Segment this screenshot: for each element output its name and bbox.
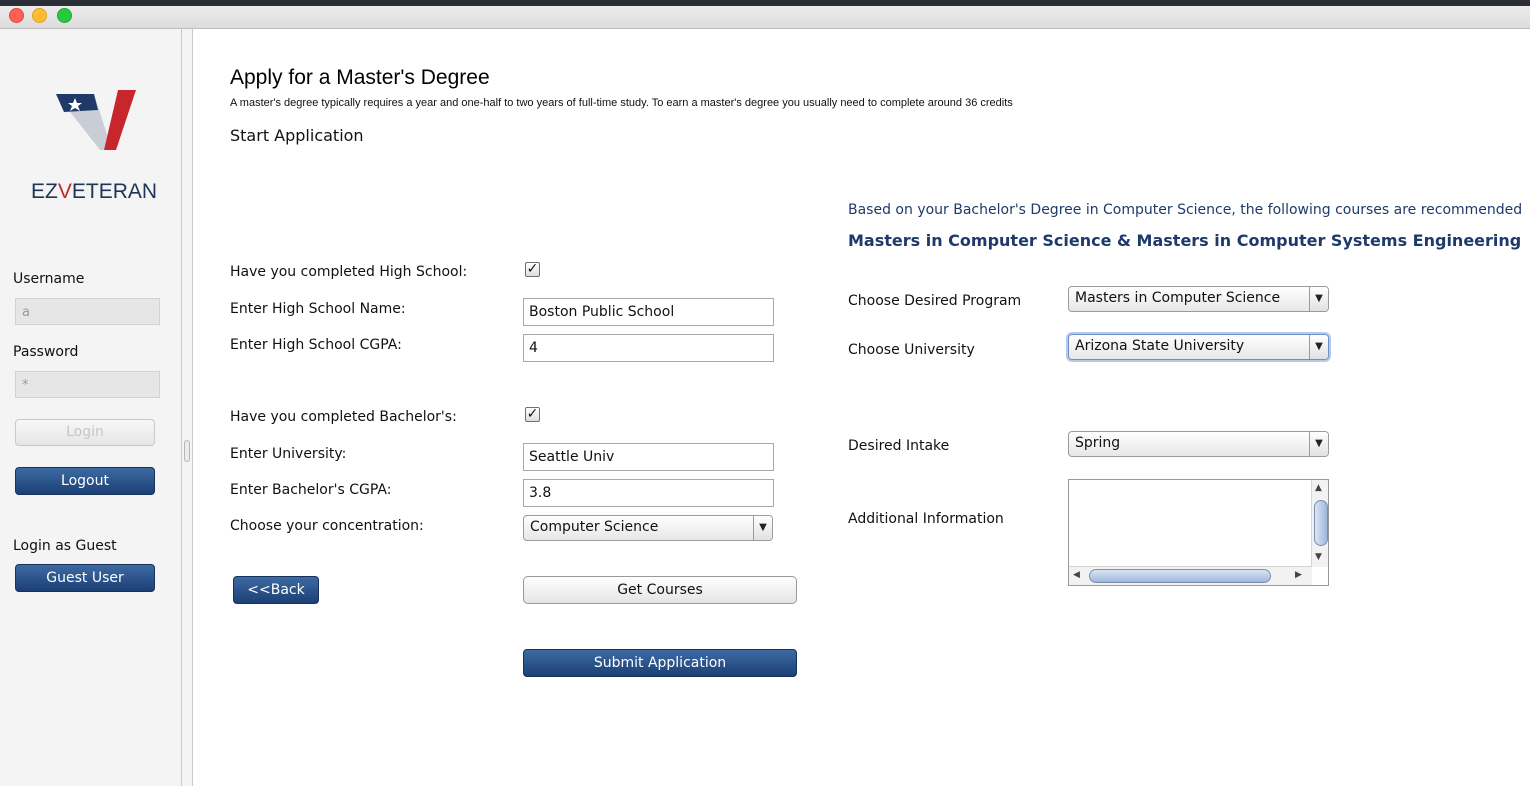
section-title: Start Application — [230, 126, 364, 145]
high-school-completed-checkbox[interactable]: ✓ — [525, 262, 540, 277]
brand-right: ETERAN — [71, 180, 158, 203]
scroll-up-arrow-icon[interactable]: ▲ — [1315, 483, 1322, 493]
concentration-label: Choose your concentration: — [230, 518, 424, 534]
desired-program-select[interactable]: Masters in Computer Science ▼ — [1068, 286, 1329, 312]
chevron-down-icon[interactable]: ▼ — [1309, 287, 1328, 311]
chevron-down-icon[interactable]: ▼ — [1309, 335, 1328, 359]
scroll-right-arrow-icon[interactable]: ▶ — [1295, 570, 1302, 580]
high-school-name-field[interactable]: Boston Public School — [523, 298, 774, 326]
concentration-value: Computer Science — [530, 519, 659, 535]
horizontal-scrollbar[interactable]: ◀ ▶ — [1069, 566, 1312, 585]
vertical-scroll-thumb[interactable] — [1314, 500, 1328, 546]
guest-login-heading: Login as Guest — [13, 538, 117, 554]
university-field[interactable]: Seattle Univ — [523, 443, 774, 471]
high-school-name-label: Enter High School Name: — [230, 301, 406, 317]
brand-name: EZVETERAN — [31, 180, 171, 204]
ezveteran-logo-icon — [56, 90, 136, 150]
logout-button[interactable]: Logout — [15, 467, 155, 495]
scrollbar-corner — [1312, 567, 1328, 585]
desired-intake-value: Spring — [1075, 435, 1121, 451]
splitter-grip-icon[interactable] — [184, 440, 190, 462]
scroll-left-arrow-icon[interactable]: ◀ — [1073, 570, 1080, 580]
zoom-window-button[interactable] — [57, 8, 72, 23]
desired-program-label: Choose Desired Program — [848, 293, 1022, 309]
scroll-down-arrow-icon[interactable]: ▼ — [1315, 552, 1322, 562]
split-pane-divider[interactable] — [181, 29, 193, 786]
university-select[interactable]: Arizona State University ▼ — [1068, 334, 1329, 360]
close-window-button[interactable] — [9, 8, 24, 23]
checkmark-icon: ✓ — [526, 406, 539, 422]
page-description: A master's degree typically requires a y… — [230, 97, 1013, 109]
username-label: Username — [13, 271, 85, 287]
get-courses-button[interactable]: Get Courses — [523, 576, 797, 604]
password-field[interactable]: * — [15, 371, 160, 398]
recommended-programs: Masters in Computer Science & Masters in… — [848, 231, 1522, 250]
additional-info-textarea[interactable]: ▲ ▼ ◀ ▶ — [1068, 479, 1329, 586]
desired-intake-label: Desired Intake — [848, 438, 950, 454]
horizontal-scroll-thumb[interactable] — [1089, 569, 1271, 583]
login-button[interactable]: Login — [15, 419, 155, 446]
back-button[interactable]: <<Back — [233, 576, 319, 604]
high-school-cgpa-label: Enter High School CGPA: — [230, 337, 402, 353]
minimize-window-button[interactable] — [32, 8, 47, 23]
desired-program-value: Masters in Computer Science — [1075, 290, 1281, 306]
brand-v: V — [57, 180, 72, 203]
university-choice-label: Choose University — [848, 342, 975, 358]
bachelors-completed-checkbox[interactable]: ✓ — [525, 407, 540, 422]
vertical-scrollbar[interactable]: ▲ ▼ — [1311, 480, 1328, 568]
checkmark-icon: ✓ — [526, 261, 539, 277]
additional-info-label: Additional Information — [848, 511, 1004, 527]
high-school-cgpa-field[interactable]: 4 — [523, 334, 774, 362]
username-field[interactable]: a — [15, 298, 160, 325]
recommendation-intro: Based on your Bachelor's Degree in Compu… — [848, 202, 1523, 218]
brand-left: EZ — [31, 180, 58, 203]
bachelors-cgpa-field[interactable]: 3.8 — [523, 479, 774, 507]
chevron-down-icon[interactable]: ▼ — [753, 516, 772, 540]
bachelors-completed-label: Have you completed Bachelor's: — [230, 409, 457, 425]
university-choice-value: Arizona State University — [1075, 338, 1245, 354]
submit-application-button[interactable]: Submit Application — [523, 649, 797, 677]
bachelors-cgpa-label: Enter Bachelor's CGPA: — [230, 482, 392, 498]
password-label: Password — [13, 344, 79, 360]
concentration-select[interactable]: Computer Science ▼ — [523, 515, 773, 541]
high-school-completed-label: Have you completed High School: — [230, 264, 468, 280]
window-titlebar — [0, 6, 1530, 29]
desired-intake-select[interactable]: Spring ▼ — [1068, 431, 1329, 457]
guest-user-button[interactable]: Guest User — [15, 564, 155, 592]
chevron-down-icon[interactable]: ▼ — [1309, 432, 1328, 456]
page-title: Apply for a Master's Degree — [230, 66, 490, 89]
university-label: Enter University: — [230, 446, 347, 462]
